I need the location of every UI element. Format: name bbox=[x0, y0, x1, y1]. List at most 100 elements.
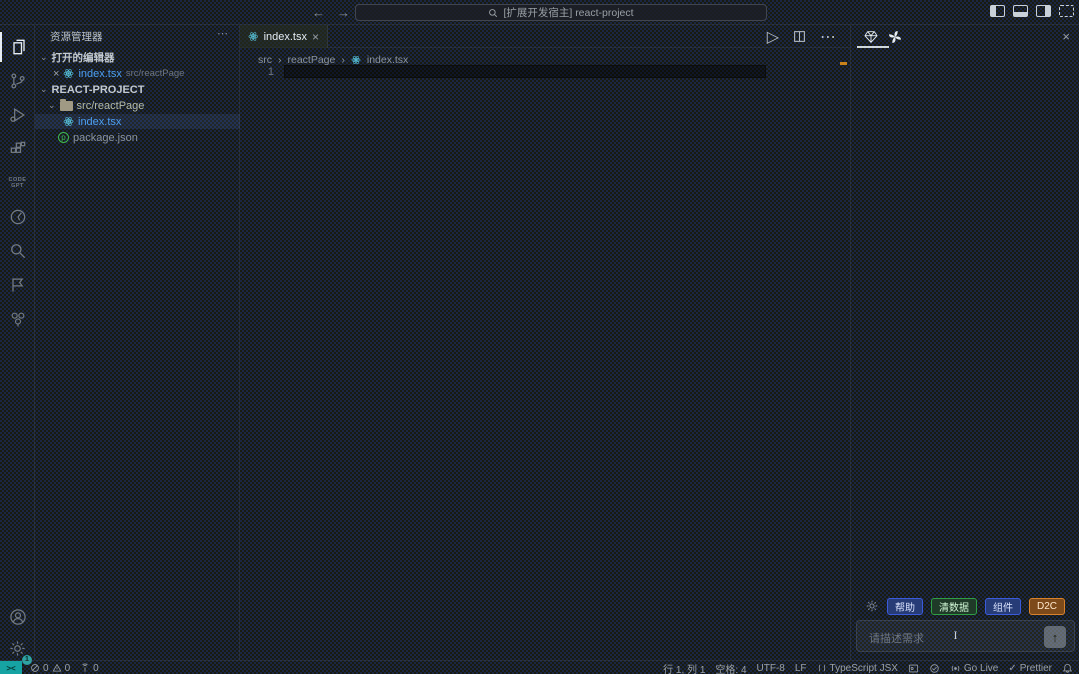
broadcast-icon bbox=[950, 663, 961, 674]
breadcrumb-index-tsx[interactable]: index.tsx bbox=[367, 54, 408, 66]
go-live[interactable]: Go Live bbox=[950, 663, 998, 674]
command-center-search[interactable]: [扩展开发宿主] react-project bbox=[355, 4, 767, 21]
preview-icon[interactable] bbox=[908, 663, 919, 674]
component-button[interactable]: 组件 bbox=[985, 598, 1021, 615]
indentation[interactable]: 空格: 4 bbox=[715, 661, 746, 674]
prettier-status[interactable]: ✓ Prettier bbox=[1008, 663, 1052, 674]
search-text: [扩展开发宿主] react-project bbox=[503, 5, 633, 20]
customize-layout-icon[interactable] bbox=[1059, 5, 1074, 17]
panel-gear-icon[interactable] bbox=[865, 599, 879, 613]
tab-label: index.tsx bbox=[264, 31, 307, 43]
d2c-plugin-panel: × 帮助 清数据 组件 D2C 请描述需求 ↑ bbox=[850, 25, 1079, 660]
project-root[interactable]: ⌄ REACT-PROJECT bbox=[35, 82, 240, 97]
chevron-down-icon: ⌄ bbox=[40, 52, 48, 63]
chevron-down-icon: ⌄ bbox=[40, 84, 48, 95]
editor-more-icon[interactable]: ⋯ bbox=[820, 27, 836, 47]
help-button[interactable]: 帮助 bbox=[887, 598, 923, 615]
tab-close-icon[interactable]: × bbox=[312, 30, 319, 44]
explorer-icon[interactable] bbox=[0, 32, 35, 62]
error-count: 0 bbox=[43, 663, 49, 674]
file-label-package-json: package.json bbox=[73, 132, 138, 144]
input-placeholder: 请描述需求 bbox=[869, 630, 924, 646]
check-icon: ✓ bbox=[1008, 663, 1016, 674]
toggle-secondary-sidebar-icon[interactable] bbox=[1036, 5, 1051, 17]
open-editors-section[interactable]: ⌄ 打开的编辑器 bbox=[35, 50, 240, 65]
notifications-bell-icon[interactable] bbox=[1062, 663, 1073, 674]
antenna-icon bbox=[80, 663, 90, 673]
file-row-package-json[interactable]: p package.json bbox=[35, 130, 240, 145]
folder-label: src/reactPage bbox=[77, 100, 145, 112]
pinwheel-icon[interactable] bbox=[887, 29, 903, 45]
requirement-input[interactable]: 请描述需求 ↑ bbox=[856, 620, 1075, 652]
explorer-title: 资源管理器 bbox=[50, 29, 103, 44]
chevron-down-icon: ⌄ bbox=[48, 100, 56, 111]
source-control-icon[interactable] bbox=[0, 66, 35, 96]
eol-sequence[interactable]: LF bbox=[795, 663, 807, 674]
problems-status[interactable]: 0 0 bbox=[30, 663, 70, 674]
account-icon[interactable] bbox=[0, 602, 35, 632]
breadcrumb-separator: › bbox=[341, 54, 345, 66]
flag-icon[interactable] bbox=[0, 270, 35, 300]
editor-group: index.tsx × ▷ ⋯ src › reactPage › index.… bbox=[240, 25, 850, 660]
project-name: REACT-PROJECT bbox=[52, 84, 145, 96]
status-bar: >< 0 0 0 行 1, 列 1 空格: 4 UTF-8 LF TypeScr… bbox=[0, 660, 1079, 674]
extensions-icon[interactable] bbox=[0, 134, 35, 164]
react-file-icon bbox=[248, 31, 259, 42]
port-status[interactable]: 0 bbox=[80, 663, 99, 674]
forward-icon[interactable]: → bbox=[337, 5, 350, 20]
remote-indicator[interactable]: >< bbox=[0, 661, 22, 674]
run-debug-icon[interactable] bbox=[0, 100, 35, 130]
panel-close-icon[interactable]: × bbox=[1062, 29, 1070, 44]
line-number: 1 bbox=[254, 66, 274, 78]
text-cursor-icon bbox=[951, 628, 960, 643]
toggle-panel-icon[interactable] bbox=[1013, 5, 1028, 17]
current-line-highlight[interactable] bbox=[284, 65, 766, 78]
file-label-index-tsx: index.tsx bbox=[78, 116, 121, 128]
panel-toolbar: 帮助 清数据 组件 D2C bbox=[851, 596, 1079, 616]
settings-gear-icon[interactable]: 1 bbox=[0, 633, 35, 663]
folder-icon bbox=[60, 101, 73, 111]
folder-row[interactable]: ⌄ src/reactPage bbox=[35, 98, 240, 113]
split-editor-icon[interactable] bbox=[793, 30, 806, 43]
language-mode[interactable]: TypeScript JSX bbox=[817, 663, 898, 674]
send-button[interactable]: ↑ bbox=[1044, 626, 1066, 648]
port-count: 0 bbox=[93, 663, 99, 674]
toggle-primary-sidebar-icon[interactable] bbox=[990, 5, 1005, 17]
open-editor-item[interactable]: × index.tsx src/reactPage bbox=[35, 66, 240, 81]
cursor-position[interactable]: 行 1, 列 1 bbox=[663, 661, 705, 674]
warning-icon bbox=[52, 663, 62, 673]
d2c-button[interactable]: D2C bbox=[1029, 598, 1065, 615]
editor-tab-bar: index.tsx × ▷ ⋯ bbox=[240, 25, 850, 48]
breadcrumb-reactpage[interactable]: reactPage bbox=[288, 54, 336, 66]
explorer-more-icon[interactable]: ⋯ bbox=[217, 27, 228, 40]
close-icon[interactable]: × bbox=[53, 68, 59, 80]
codegpt-icon[interactable]: CODEGPT bbox=[0, 168, 35, 198]
berries-icon[interactable] bbox=[0, 304, 35, 334]
clear-data-button[interactable]: 清数据 bbox=[931, 598, 977, 615]
file-row-index-tsx[interactable]: index.tsx bbox=[35, 114, 240, 129]
spell-check-icon[interactable] bbox=[929, 663, 940, 674]
react-file-icon bbox=[63, 68, 74, 79]
gem-icon[interactable] bbox=[863, 29, 879, 45]
encoding[interactable]: UTF-8 bbox=[757, 663, 785, 674]
react-file-icon bbox=[63, 116, 74, 127]
vscode-window: ← → [扩展开发宿主] react-project CODEGPT bbox=[0, 0, 1079, 674]
npm-icon: p bbox=[58, 132, 69, 143]
active-panel-tab-underline bbox=[857, 46, 889, 48]
language-icon bbox=[817, 663, 827, 673]
error-icon bbox=[30, 663, 40, 673]
gauge-icon[interactable] bbox=[0, 202, 35, 232]
warning-count: 0 bbox=[65, 663, 71, 674]
open-editors-label: 打开的编辑器 bbox=[52, 50, 115, 65]
overview-ruler-marker bbox=[840, 62, 847, 65]
title-bar: ← → [扩展开发宿主] react-project bbox=[0, 0, 1079, 25]
tab-index-tsx[interactable]: index.tsx × bbox=[240, 25, 328, 48]
explorer-sidebar: 资源管理器 ⋯ ⌄ 打开的编辑器 × index.tsx src/reactPa… bbox=[35, 25, 240, 660]
run-file-icon[interactable]: ▷ bbox=[767, 27, 779, 47]
back-icon[interactable]: ← bbox=[312, 5, 325, 20]
react-file-icon bbox=[351, 55, 361, 65]
search-icon bbox=[488, 8, 498, 18]
open-editor-filename: index.tsx bbox=[78, 68, 121, 80]
search-view-icon[interactable] bbox=[0, 236, 35, 266]
breadcrumb-src[interactable]: src bbox=[258, 54, 272, 66]
